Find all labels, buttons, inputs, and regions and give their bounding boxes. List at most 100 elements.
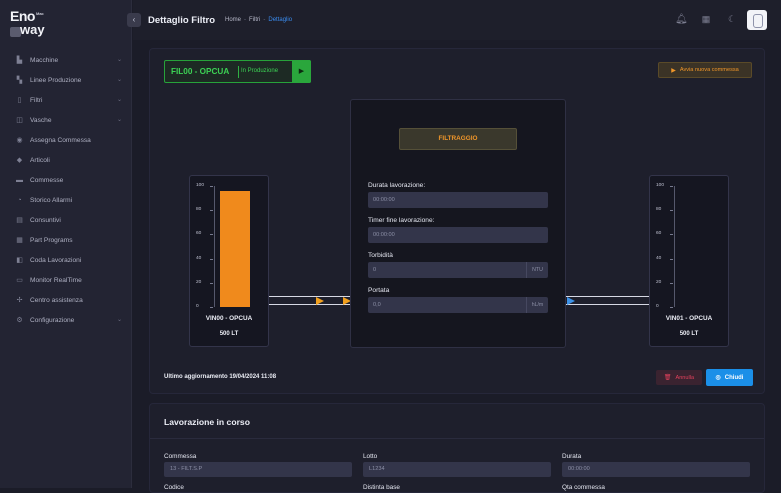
tank-tick-label: 80 bbox=[656, 207, 662, 212]
tank-tick-mark bbox=[670, 307, 673, 308]
queue-icon: ◧ bbox=[16, 256, 23, 264]
apps-grid-icon[interactable]: ▦ bbox=[700, 14, 712, 25]
tank-tick-mark bbox=[210, 210, 213, 211]
cancel-button[interactable]: 🗑︎ Annulla bbox=[656, 370, 702, 385]
tank-scale: 100 80 60 40 20 0 bbox=[196, 183, 256, 309]
support-icon: ✢ bbox=[16, 296, 23, 304]
sidebar-item-label: Vasche bbox=[30, 116, 52, 124]
turbidity-field: 0 NTU bbox=[368, 262, 548, 278]
sidebar-item-linee-produzione[interactable]: ▚ Linee Produzione ⌄ bbox=[0, 70, 132, 90]
filter-detail-card: FIL00 - OPCUA In Produzione ▶ ▶ Avvia nu… bbox=[149, 48, 765, 394]
tank-capacity: 500 LT bbox=[679, 331, 699, 337]
start-new-order-button[interactable]: ▶ Avvia nuova commessa bbox=[658, 62, 752, 78]
tank-source: 100 80 60 40 20 0 VIN00 - OPCUA 500 LT bbox=[189, 175, 269, 347]
chevron-down-icon: ⌄ bbox=[116, 317, 122, 323]
flow-arrow-icon bbox=[567, 297, 575, 305]
flow-rate-field: 0,0 hL/m bbox=[368, 297, 548, 313]
sidebar-item-label: Coda Lavorazioni bbox=[30, 256, 82, 264]
sidebar-item-label: Centro assistenza bbox=[30, 296, 83, 304]
turbidity-value: 0 bbox=[373, 267, 377, 273]
breadcrumb-home[interactable]: Home bbox=[225, 17, 241, 23]
breadcrumb-current: Dettaglio bbox=[268, 17, 293, 23]
sidebar-item-part-programs[interactable]: ▦ Part Programs bbox=[0, 230, 132, 250]
tank-icon: ◫ bbox=[16, 116, 23, 124]
pipe-outlet bbox=[566, 296, 649, 305]
lot-field: L1234 bbox=[363, 462, 551, 477]
collapse-sidebar-button[interactable]: ‹ bbox=[127, 13, 141, 27]
sidebar: Eno Mac way ▙ Macchine ⌄ ▚ Linee Produzione ⌄… bbox=[0, 0, 132, 488]
phase-indicator: FILTRAGGIO bbox=[399, 128, 517, 150]
chevron-left-icon: ‹ bbox=[132, 15, 136, 24]
sidebar-item-label: Monitor RealTime bbox=[30, 276, 82, 284]
work-title: Lavorazione in corso bbox=[164, 417, 250, 427]
moon-icon[interactable]: ☾ bbox=[726, 14, 738, 25]
report-icon: ▤ bbox=[16, 216, 23, 224]
flow-rate-value: 0,0 bbox=[373, 302, 381, 308]
sidebar-item-label: Part Programs bbox=[30, 236, 73, 244]
cancel-label: Annulla bbox=[675, 374, 695, 381]
production-line-icon: ▚ bbox=[16, 76, 23, 84]
chevron-down-icon: ⌄ bbox=[116, 57, 122, 63]
brand-superscript: Mac bbox=[36, 11, 44, 16]
order-value: 13 - FILT.S.P bbox=[170, 466, 203, 472]
duration-value: 00:00:00 bbox=[568, 466, 590, 472]
alarm-history-icon: ◔ bbox=[17, 196, 22, 204]
sidebar-item-label: Macchine bbox=[30, 56, 59, 64]
top-bar: ‹ Dettaglio Filtro Home - Filtri - Dettaglio… bbox=[127, 0, 781, 40]
sidebar-item-label: Configurazione bbox=[30, 316, 75, 324]
tank-tick-mark bbox=[670, 210, 673, 211]
tank-tick-label: 20 bbox=[656, 280, 662, 285]
turbidity-label: Torbidità bbox=[368, 252, 393, 259]
sidebar-item-coda-lavorazioni[interactable]: ◧ Coda Lavorazioni bbox=[0, 250, 132, 270]
sidebar-item-articoli[interactable]: ◆ Articoli bbox=[0, 150, 132, 170]
tank-name: VIN00 - OPCUA bbox=[205, 315, 253, 322]
sidebar-item-commesse[interactable]: ▬ Commesse bbox=[0, 170, 132, 190]
tank-tick-mark bbox=[210, 186, 213, 187]
close-label: Chiudi bbox=[724, 374, 744, 381]
play-icon[interactable]: ▶ bbox=[292, 60, 311, 83]
program-icon: ▦ bbox=[16, 236, 23, 244]
monitor-icon: ▭ bbox=[16, 276, 23, 284]
sidebar-item-label: Articoli bbox=[30, 156, 50, 164]
tank-tick-mark bbox=[670, 186, 673, 187]
tank-axis bbox=[674, 186, 675, 307]
duration-label: Durata lavorazione: bbox=[368, 182, 426, 189]
sidebar-item-label: Commesse bbox=[30, 176, 64, 184]
tank-scale: 100 80 60 40 20 0 bbox=[656, 183, 716, 309]
divider bbox=[150, 438, 764, 439]
brand-logo[interactable]: Eno Mac way bbox=[10, 8, 56, 38]
bell-icon[interactable]: 🔔︎ bbox=[675, 14, 688, 25]
sidebar-item-consuntivi[interactable]: ▤ Consuntivi bbox=[0, 210, 132, 230]
close-button[interactable]: ◎ Chiudi bbox=[706, 369, 753, 386]
sidebar-item-label: Filtri bbox=[30, 96, 43, 104]
filter-process-panel: FILTRAGGIO Durata lavorazione: 00:00:00 … bbox=[350, 99, 566, 348]
flow-arrow-icon bbox=[316, 297, 324, 305]
trash-icon: 🗑︎ bbox=[663, 375, 672, 381]
breadcrumb-filtri[interactable]: Filtri bbox=[249, 17, 260, 23]
sidebar-item-filtri[interactable]: ▯ Filtri ⌄ bbox=[0, 90, 132, 110]
pipe-inlet bbox=[269, 296, 350, 305]
duration-label: Durata bbox=[562, 453, 582, 460]
tank-tick-label: 40 bbox=[656, 256, 662, 261]
tank-tick-mark bbox=[670, 283, 673, 284]
sidebar-item-macchine[interactable]: ▙ Macchine ⌄ bbox=[0, 50, 132, 70]
flow-rate-label: Portata bbox=[368, 287, 390, 294]
sidebar-item-monitor-realtime[interactable]: ▭ Monitor RealTime bbox=[0, 270, 132, 290]
tank-capacity: 500 LT bbox=[219, 331, 239, 337]
play-icon: ▶ bbox=[671, 67, 676, 74]
tank-tick-label: 20 bbox=[196, 280, 202, 285]
factory-icon: ▙ bbox=[16, 56, 23, 64]
folder-icon: ▬ bbox=[16, 176, 23, 184]
turbidity-unit: NTU bbox=[526, 262, 548, 278]
sidebar-item-centro-assistenza[interactable]: ✢ Centro assistenza bbox=[0, 290, 132, 310]
duration-value: 00:00:00 bbox=[373, 197, 395, 203]
end-timer-value: 00:00:00 bbox=[373, 232, 395, 238]
avatar[interactable] bbox=[747, 10, 767, 30]
sidebar-item-vasche[interactable]: ◫ Vasche ⌄ bbox=[0, 110, 132, 130]
chevron-down-icon: ⌄ bbox=[116, 77, 122, 83]
sidebar-item-storico-allarmi[interactable]: ◔ Storico Allarmi bbox=[0, 190, 132, 210]
sidebar-item-assegna-commessa[interactable]: ◉ Assegna Commessa bbox=[0, 130, 132, 150]
end-timer-field: 00:00:00 bbox=[368, 227, 548, 243]
filter-status-badge: FIL00 - OPCUA In Produzione ▶ bbox=[164, 60, 311, 83]
sidebar-item-configurazione[interactable]: ⚙ Configurazione ⌄ bbox=[0, 310, 132, 330]
